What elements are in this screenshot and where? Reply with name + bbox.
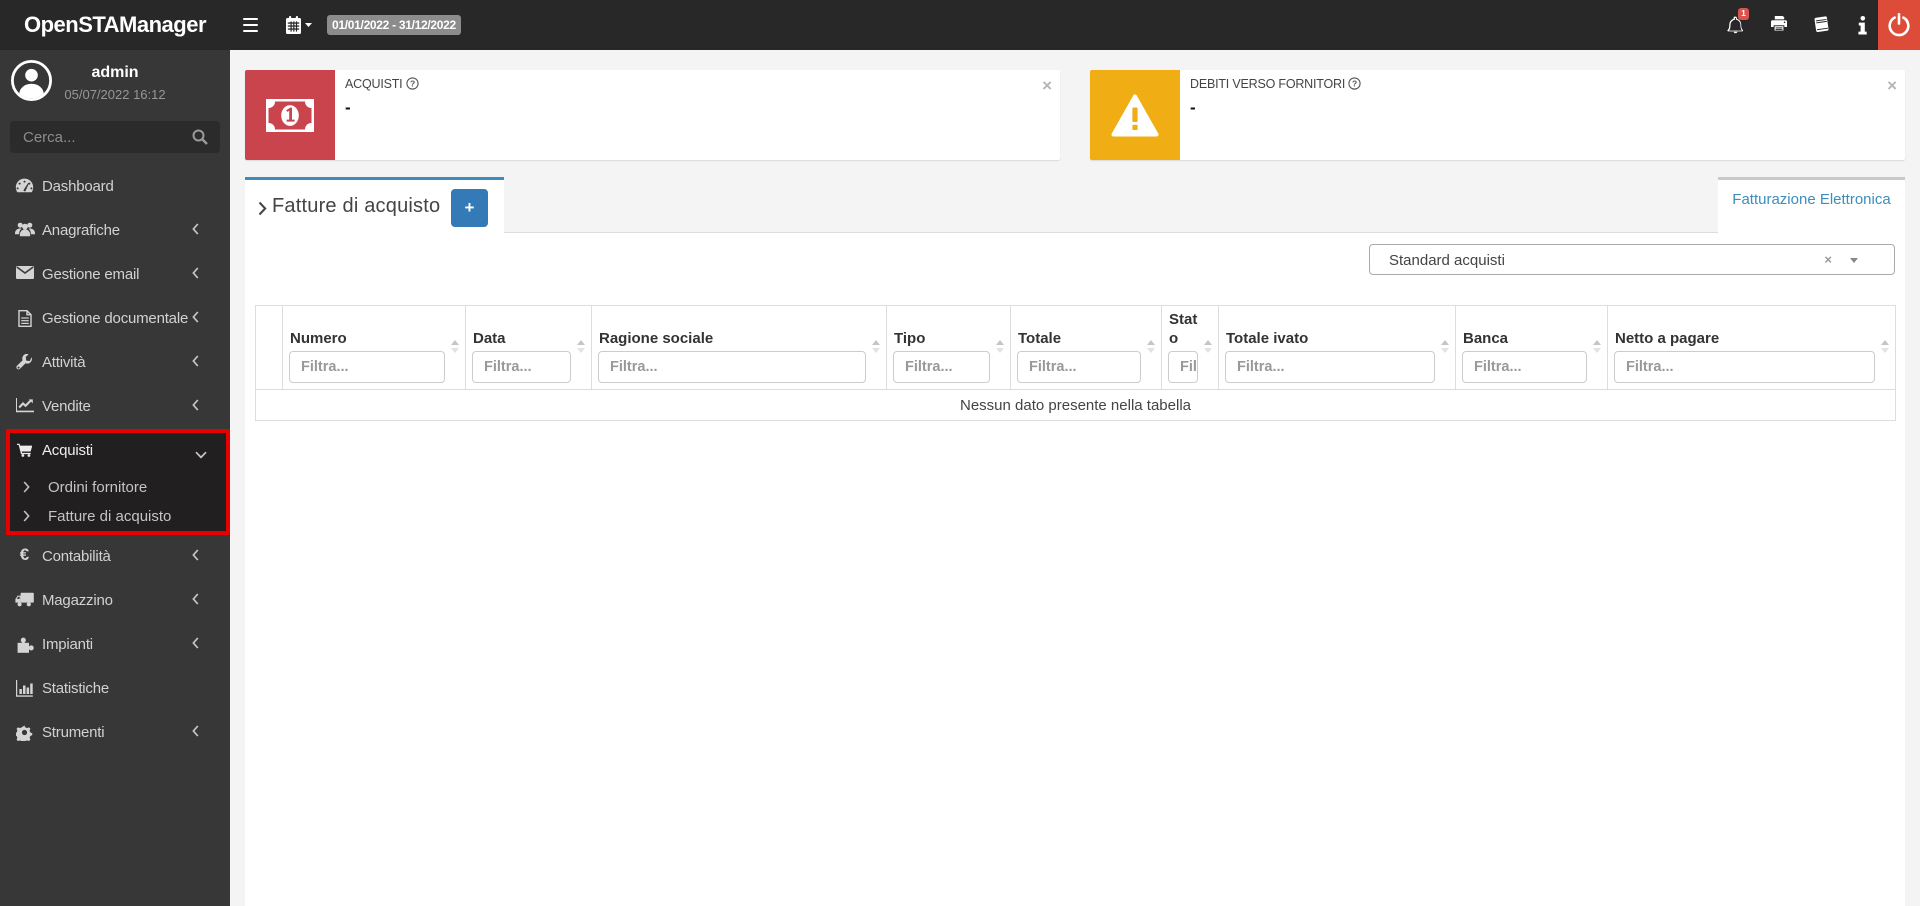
svg-text:?: ?	[1352, 78, 1357, 88]
svg-text:?: ?	[410, 78, 415, 88]
